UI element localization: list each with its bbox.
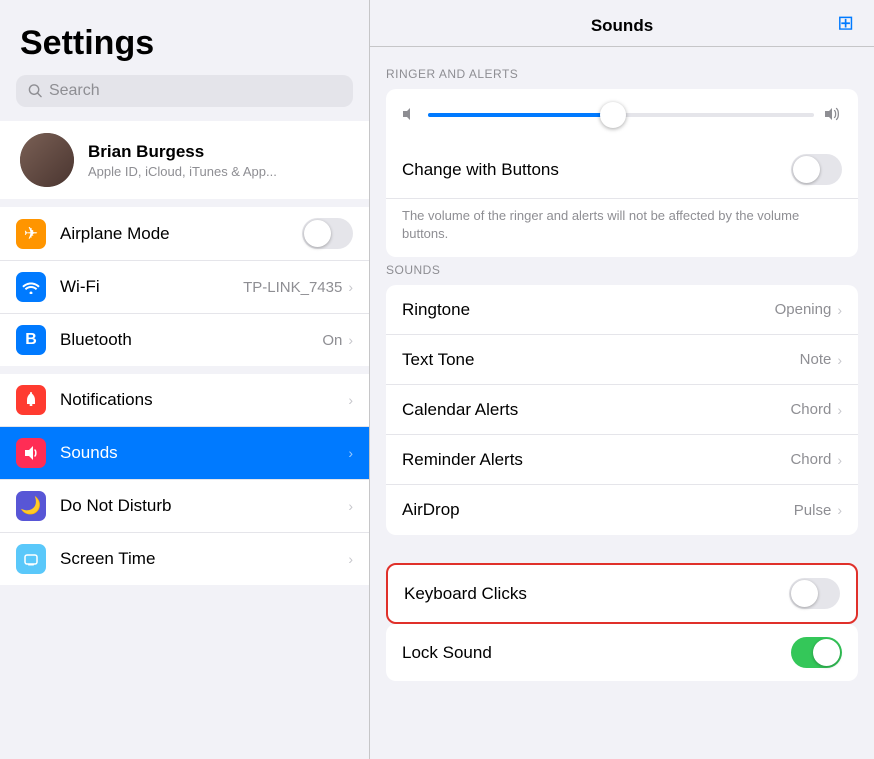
calendar-alerts-value: Chord xyxy=(790,401,831,418)
ringer-slider-row xyxy=(402,105,842,125)
sidebar-item-label: Screen Time xyxy=(60,549,348,569)
sidebar-item-label: Airplane Mode xyxy=(60,224,302,244)
chevron-icon: › xyxy=(348,279,353,295)
ringtone-row[interactable]: Ringtone Opening › xyxy=(386,285,858,335)
settings-group-connectivity: ✈ Airplane Mode Wi-Fi TP-LINK_7435 › xyxy=(0,207,369,366)
sidebar-item-label: Sounds xyxy=(60,443,348,463)
lock-sound-group: Lock Sound xyxy=(386,624,858,681)
ringtone-label: Ringtone xyxy=(402,300,775,320)
reminder-alerts-label: Reminder Alerts xyxy=(402,450,790,470)
donotdisturb-icon: 🌙 xyxy=(16,491,46,521)
change-with-buttons-row: Change with Buttons xyxy=(386,141,858,199)
profile-subtitle: Apple ID, iCloud, iTunes & App... xyxy=(88,164,277,179)
bluetooth-icon: B xyxy=(16,325,46,355)
text-tone-label: Text Tone xyxy=(402,350,800,370)
chevron-icon: › xyxy=(348,498,353,514)
toggle-knob xyxy=(791,580,818,607)
search-input[interactable] xyxy=(49,82,341,100)
toggle-knob xyxy=(304,220,331,247)
reminder-alerts-row[interactable]: Reminder Alerts Chord › xyxy=(386,435,858,485)
ringer-slider-section xyxy=(386,89,858,141)
avatar xyxy=(20,133,74,187)
left-list: Brian Burgess Apple ID, iCloud, iTunes &… xyxy=(0,121,369,759)
sidebar-item-donotdisturb[interactable]: 🌙 Do Not Disturb › xyxy=(0,480,369,533)
slider-thumb xyxy=(600,102,626,128)
sidebar-item-bluetooth[interactable]: B Bluetooth On › xyxy=(0,314,369,366)
chevron-icon: › xyxy=(348,332,353,348)
airdrop-label: AirDrop xyxy=(402,500,794,520)
chevron-icon: › xyxy=(837,402,842,418)
sidebar-item-notifications[interactable]: Notifications › xyxy=(0,374,369,427)
sidebar-item-label: Wi-Fi xyxy=(60,277,243,297)
grid-icon[interactable]: ⊞ xyxy=(837,11,854,36)
chevron-icon: › xyxy=(837,302,842,318)
sidebar-item-airplane[interactable]: ✈ Airplane Mode xyxy=(0,207,369,261)
airdrop-row[interactable]: AirDrop Pulse › xyxy=(386,485,858,535)
settings-group-general: Notifications › Sounds › 🌙 Do Not Distur… xyxy=(0,374,369,585)
search-bar[interactable] xyxy=(16,75,353,107)
screentime-icon xyxy=(16,544,46,574)
left-panel: Settings Brian Burgess Apple ID, iCloud,… xyxy=(0,0,370,759)
chevron-icon: › xyxy=(837,502,842,518)
profile-name: Brian Burgess xyxy=(88,142,277,162)
wifi-value: TP-LINK_7435 xyxy=(243,279,342,296)
toggle-knob xyxy=(793,156,820,183)
page-title: Settings xyxy=(0,0,369,75)
text-tone-row[interactable]: Text Tone Note › xyxy=(386,335,858,385)
keyboard-clicks-label: Keyboard Clicks xyxy=(404,584,789,604)
sounds-rows-group: Ringtone Opening › Text Tone Note › Cale… xyxy=(386,285,858,535)
airplane-icon: ✈ xyxy=(16,219,46,249)
right-content: RINGER AND ALERTS xyxy=(370,47,874,759)
calendar-alerts-row[interactable]: Calendar Alerts Chord › xyxy=(386,385,858,435)
reminder-alerts-value: Chord xyxy=(790,451,831,468)
ringer-group: Change with Buttons The volume of the ri… xyxy=(386,89,858,257)
ringer-slider[interactable] xyxy=(428,105,814,125)
sidebar-item-screentime[interactable]: Screen Time › xyxy=(0,533,369,585)
sounds-section-label: SOUNDS xyxy=(370,263,874,285)
wifi-icon xyxy=(16,272,46,302)
search-icon xyxy=(28,83,43,99)
sidebar-item-label: Do Not Disturb xyxy=(60,496,348,516)
lock-sound-row[interactable]: Lock Sound xyxy=(386,624,858,681)
ringer-hint-text: The volume of the ringer and alerts will… xyxy=(386,199,858,257)
keyboard-clicks-toggle[interactable] xyxy=(789,578,840,609)
ringtone-value: Opening xyxy=(775,301,832,318)
text-tone-value: Note xyxy=(800,351,832,368)
slider-fill xyxy=(428,113,613,117)
chevron-icon: › xyxy=(348,392,353,408)
profile-row[interactable]: Brian Burgess Apple ID, iCloud, iTunes &… xyxy=(0,121,369,199)
sidebar-item-sounds[interactable]: Sounds › xyxy=(0,427,369,480)
change-with-buttons-label: Change with Buttons xyxy=(402,160,791,180)
sidebar-item-label: Notifications xyxy=(60,390,348,410)
chevron-icon: › xyxy=(837,352,842,368)
ringer-section-label: RINGER AND ALERTS xyxy=(370,67,874,89)
notifications-icon xyxy=(16,385,46,415)
chevron-icon: › xyxy=(348,445,353,461)
chevron-icon: › xyxy=(837,452,842,468)
sidebar-item-label: Bluetooth xyxy=(60,330,322,350)
calendar-alerts-label: Calendar Alerts xyxy=(402,400,790,420)
right-panel: Sounds ⊞ RINGER AND ALERTS xyxy=(370,0,874,759)
volume-low-icon xyxy=(402,106,418,125)
volume-high-icon xyxy=(824,106,842,125)
right-title: Sounds xyxy=(591,16,653,36)
toggle-knob xyxy=(813,639,840,666)
lock-sound-label: Lock Sound xyxy=(402,643,791,663)
airplane-mode-toggle[interactable] xyxy=(302,218,353,249)
sidebar-item-wifi[interactable]: Wi-Fi TP-LINK_7435 › xyxy=(0,261,369,314)
right-header: Sounds ⊞ xyxy=(370,0,874,47)
bluetooth-value: On xyxy=(322,332,342,349)
change-with-buttons-toggle[interactable] xyxy=(791,154,842,185)
sounds-icon xyxy=(16,438,46,468)
airdrop-value: Pulse xyxy=(794,502,832,519)
chevron-icon: › xyxy=(348,551,353,567)
lock-sound-toggle[interactable] xyxy=(791,637,842,668)
keyboard-clicks-row[interactable]: Keyboard Clicks xyxy=(386,563,858,624)
